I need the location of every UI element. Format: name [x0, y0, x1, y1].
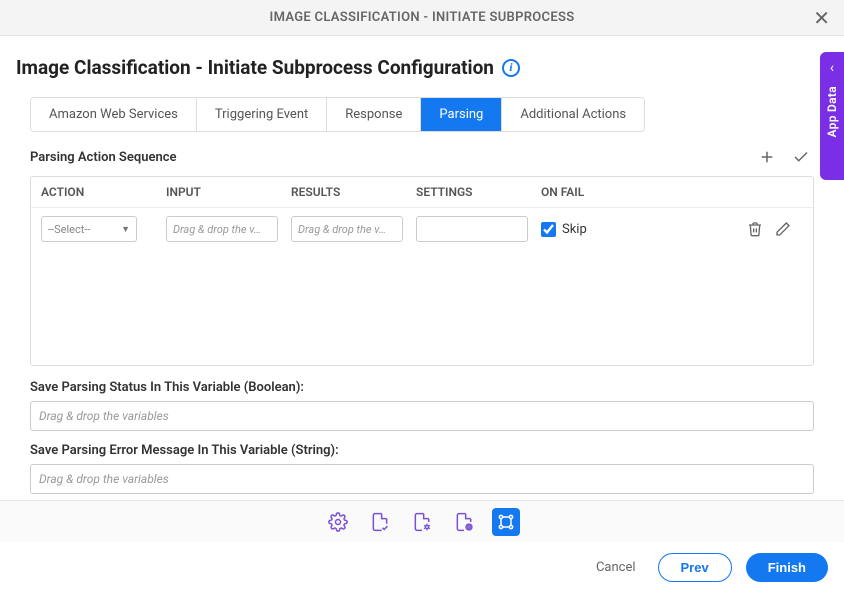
trash-icon[interactable] — [747, 221, 763, 237]
col-onfail: ON FAIL — [531, 185, 631, 199]
cell-action: --Select-- ▼ — [31, 216, 156, 242]
col-input: INPUT — [156, 185, 281, 199]
parsing-table: ACTION INPUT RESULTS SETTINGS ON FAIL --… — [30, 176, 814, 366]
document-check-icon[interactable] — [366, 508, 394, 536]
document-gear-icon[interactable] — [408, 508, 436, 536]
skip-control[interactable]: Skip — [541, 222, 627, 237]
side-panel-label: App Data — [825, 86, 839, 137]
edit-icon[interactable] — [775, 221, 791, 237]
table-header: ACTION INPUT RESULTS SETTINGS ON FAIL — [31, 177, 813, 208]
parsing-section: Parsing Action Sequence ACTION INPUT RES… — [30, 148, 814, 366]
info-icon[interactable]: i — [502, 59, 520, 77]
table-row: --Select-- ▼ Drag & drop the v… Drag & d… — [31, 208, 813, 250]
tab-triggering-event[interactable]: Triggering Event — [197, 98, 327, 131]
section-title: Parsing Action Sequence — [30, 150, 177, 165]
cell-onfail: Skip — [531, 222, 631, 237]
check-icon[interactable] — [792, 148, 810, 166]
status-input[interactable]: Drag & drop the variables — [30, 401, 814, 431]
skip-checkbox[interactable] — [541, 222, 556, 237]
tab-amazon-web-services[interactable]: Amazon Web Services — [31, 98, 197, 131]
status-label: Save Parsing Status In This Variable (Bo… — [30, 380, 814, 395]
select-value: --Select-- — [48, 223, 90, 236]
error-field-group: Save Parsing Error Message In This Varia… — [30, 443, 814, 494]
prev-button[interactable]: Prev — [658, 553, 732, 582]
flow-icon[interactable] — [492, 508, 520, 536]
config-tabs: Amazon Web Services Triggering Event Res… — [30, 97, 645, 132]
settings-field[interactable] — [416, 216, 528, 242]
content-area: Image Classification - Initiate Subproce… — [0, 36, 844, 494]
status-field-group: Save Parsing Status In This Variable (Bo… — [30, 380, 814, 431]
col-results: RESULTS — [281, 185, 406, 199]
chevron-left-icon: ‹ — [830, 60, 834, 76]
cell-settings — [406, 216, 531, 242]
document-gear2-icon[interactable] — [450, 508, 478, 536]
tab-additional-actions[interactable]: Additional Actions — [502, 98, 644, 131]
tab-parsing[interactable]: Parsing — [421, 98, 502, 131]
cell-input: Drag & drop the v… — [156, 216, 281, 242]
chevron-down-icon: ▼ — [121, 224, 130, 235]
col-settings: SETTINGS — [406, 185, 531, 199]
col-action: ACTION — [31, 185, 156, 199]
modal-title: IMAGE CLASSIFICATION - INITIATE SUBPROCE… — [270, 10, 575, 25]
skip-label: Skip — [562, 222, 587, 237]
gear-icon[interactable] — [324, 508, 352, 536]
row-tools — [631, 221, 813, 237]
section-actions — [758, 148, 814, 166]
input-dropzone[interactable]: Drag & drop the v… — [166, 216, 278, 242]
page-title: Image Classification - Initiate Subproce… — [16, 56, 494, 79]
add-icon[interactable] — [758, 148, 776, 166]
tab-response[interactable]: Response — [327, 98, 421, 131]
bottom-actions: Cancel Prev Finish — [588, 553, 828, 582]
page-title-row: Image Classification - Initiate Subproce… — [16, 56, 828, 79]
action-select[interactable]: --Select-- ▼ — [41, 216, 137, 242]
modal-header: IMAGE CLASSIFICATION - INITIATE SUBPROCE… — [0, 0, 844, 36]
error-input[interactable]: Drag & drop the variables — [30, 464, 814, 494]
col-tools — [631, 185, 813, 199]
section-header: Parsing Action Sequence — [30, 148, 814, 166]
side-panel-tab[interactable]: ‹ App Data — [820, 52, 844, 180]
close-icon[interactable]: ✕ — [813, 8, 830, 28]
results-dropzone[interactable]: Drag & drop the v… — [291, 216, 403, 242]
finish-button[interactable]: Finish — [746, 553, 828, 582]
cancel-button[interactable]: Cancel — [588, 554, 644, 581]
footer-toolbar — [0, 500, 844, 542]
cell-results: Drag & drop the v… — [281, 216, 406, 242]
error-label: Save Parsing Error Message In This Varia… — [30, 443, 814, 458]
